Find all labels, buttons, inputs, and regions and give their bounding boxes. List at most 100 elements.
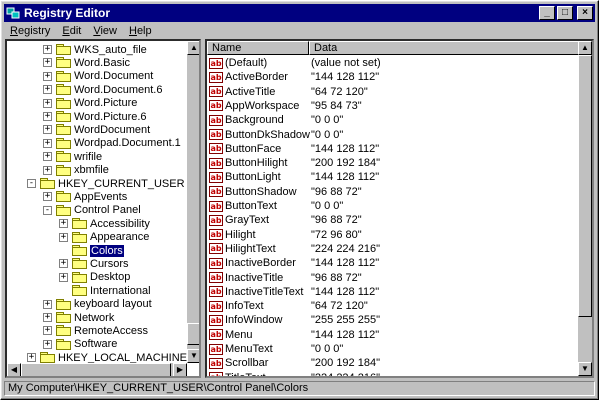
value-name: Hilight <box>225 228 256 241</box>
value-row[interactable]: ab InactiveBorder "144 128 112" <box>209 256 379 270</box>
value-row[interactable]: ab HilightText "224 224 216" <box>209 242 380 256</box>
tree-node[interactable]: + Wordpad.Document.1 <box>43 137 181 150</box>
menu-registry[interactable]: Registry <box>4 25 56 37</box>
string-value-icon: ab <box>209 186 223 198</box>
expand-icon[interactable]: + <box>43 138 52 148</box>
expand-icon[interactable]: + <box>43 192 52 202</box>
value-name: ActiveBorder <box>225 71 288 84</box>
expand-icon[interactable]: + <box>43 152 52 162</box>
list-scroll-down-button[interactable]: ▼ <box>578 362 592 376</box>
tree-node[interactable]: + keyboard layout <box>43 298 152 311</box>
expand-icon[interactable]: + <box>43 313 52 322</box>
column-header-name[interactable]: Name <box>207 41 309 55</box>
value-row[interactable]: ab ButtonLight "144 128 112" <box>209 170 379 184</box>
value-row[interactable]: ab Menu "144 128 112" <box>209 328 379 342</box>
tree-node[interactable]: + wrifile <box>43 150 102 163</box>
minimize-button[interactable]: _ <box>539 6 555 20</box>
tree-node[interactable]: + Software <box>43 338 117 351</box>
folder-icon <box>72 271 87 283</box>
value-row[interactable]: ab Background "0 0 0" <box>209 113 343 127</box>
value-row[interactable]: ab ButtonText "0 0 0" <box>209 199 343 213</box>
tree-node[interactable]: + Word.Document <box>43 70 153 83</box>
expand-icon[interactable]: + <box>27 353 36 363</box>
value-row[interactable]: ab Hilight "72 96 80" <box>209 228 362 242</box>
menu-help[interactable]: Help <box>123 25 158 37</box>
key-tree-pane[interactable]: + WKS_auto_file + Word.Basic + Word.Document +… <box>5 39 201 378</box>
expand-icon[interactable]: + <box>43 58 52 68</box>
string-value-icon: ab <box>209 314 223 326</box>
maximize-button[interactable]: □ <box>557 6 573 20</box>
menu-edit[interactable]: Edit <box>56 25 87 37</box>
tree-node[interactable]: + Accessibility <box>59 217 150 230</box>
tree-node[interactable]: + HKEY_LOCAL_MACHINE <box>27 351 187 363</box>
expand-icon[interactable]: + <box>43 98 52 108</box>
tree-node[interactable]: + Cursors <box>59 257 129 270</box>
value-row[interactable]: ab ActiveTitle "64 72 120" <box>209 85 368 99</box>
expand-icon[interactable]: + <box>43 299 52 309</box>
folder-icon <box>72 245 87 256</box>
tree-node[interactable]: + Word.Document.6 <box>43 83 162 96</box>
expand-icon[interactable]: + <box>43 71 52 81</box>
value-name: (Default) <box>225 57 268 69</box>
expand-icon[interactable]: + <box>43 112 52 121</box>
value-row[interactable]: ab InfoText "64 72 120" <box>209 299 368 313</box>
value-row[interactable]: ab GrayText "96 88 72" <box>209 213 362 227</box>
expand-icon[interactable]: + <box>43 339 52 349</box>
scroll-up-button[interactable]: ▲ <box>187 41 199 55</box>
value-row[interactable]: ab ButtonShadow "96 88 72" <box>209 185 362 199</box>
list-vertical-scrollbar[interactable]: ▲ ▼ <box>578 41 592 376</box>
expand-icon[interactable]: + <box>59 272 68 282</box>
tree-node[interactable]: + Word.Picture.6 <box>43 110 147 123</box>
expand-icon[interactable]: + <box>43 85 52 95</box>
value-row[interactable]: ab ButtonFace "144 128 112" <box>209 142 379 156</box>
tree-node[interactable]: + WordDocument <box>43 123 150 136</box>
tree-node[interactable]: Colors <box>59 244 124 257</box>
tree-node[interactable]: - Control Panel <box>43 204 141 217</box>
list-scroll-thumb[interactable] <box>578 55 592 317</box>
expand-icon[interactable]: + <box>43 165 52 175</box>
menu-view[interactable]: View <box>87 25 123 37</box>
scroll-left-button[interactable]: ◀ <box>7 363 21 376</box>
values-list-pane[interactable]: Name Data ab (Default) (value not set) ab Ac… <box>205 39 594 378</box>
expand-icon[interactable]: + <box>43 326 52 336</box>
tree-scroll-thumb[interactable] <box>187 323 199 345</box>
tree-node[interactable]: International <box>59 284 151 297</box>
title-bar[interactable]: Registry Editor _ □ × <box>4 4 595 22</box>
value-row[interactable]: ab InactiveTitle "96 88 72" <box>209 271 362 285</box>
value-row[interactable]: ab MenuText "0 0 0" <box>209 342 343 356</box>
tree-node[interactable]: + Network <box>43 311 114 324</box>
tree-node[interactable]: + Word.Basic <box>43 56 130 69</box>
tree-horizontal-scrollbar[interactable]: ◀ ▶ <box>7 363 187 376</box>
value-row[interactable]: ab InfoWindow "255 255 255" <box>209 313 380 327</box>
scroll-down-button[interactable]: ▼ <box>187 349 199 363</box>
column-header-data[interactable]: Data <box>309 41 580 55</box>
expand-icon[interactable]: + <box>43 45 52 54</box>
value-row[interactable]: ab ActiveBorder "144 128 112" <box>209 70 379 84</box>
value-row[interactable]: ab TitleText "224 224 216" <box>209 371 380 376</box>
scroll-right-button[interactable]: ▶ <box>173 363 187 376</box>
expand-icon[interactable]: + <box>59 259 68 269</box>
tree-node[interactable]: + Appearance <box>59 231 149 244</box>
value-row[interactable]: ab ButtonHilight "200 192 184" <box>209 156 380 170</box>
expand-icon[interactable]: + <box>59 219 68 229</box>
tree-node[interactable]: + xbmfile <box>43 164 109 177</box>
value-row[interactable]: ab AppWorkspace "95 84 73" <box>209 99 362 113</box>
tree-node[interactable]: + Desktop <box>59 271 130 284</box>
close-button[interactable]: × <box>577 6 593 20</box>
collapse-icon[interactable]: - <box>27 179 36 188</box>
value-row[interactable]: ab Scrollbar "200 192 184" <box>209 356 380 370</box>
tree-vertical-scrollbar[interactable]: ▲ ▼ <box>187 41 199 363</box>
expand-icon[interactable]: + <box>59 232 68 242</box>
tree-node[interactable]: + Word.Picture <box>43 97 137 110</box>
value-row[interactable]: ab InactiveTitleText "144 128 112" <box>209 285 379 299</box>
list-scroll-up-button[interactable]: ▲ <box>578 41 592 55</box>
tree-node[interactable]: - HKEY_CURRENT_USER <box>27 177 185 190</box>
tree-node[interactable]: + WKS_auto_file <box>43 43 147 56</box>
tree-node[interactable]: + RemoteAccess <box>43 324 148 337</box>
collapse-icon[interactable]: - <box>43 205 52 215</box>
expand-icon[interactable]: + <box>43 125 52 135</box>
value-row[interactable]: ab (Default) (value not set) <box>209 56 381 70</box>
tree-hscroll-thumb[interactable] <box>21 363 171 376</box>
value-row[interactable]: ab ButtonDkShadow "0 0 0" <box>209 128 343 142</box>
tree-node[interactable]: + AppEvents <box>43 190 127 203</box>
